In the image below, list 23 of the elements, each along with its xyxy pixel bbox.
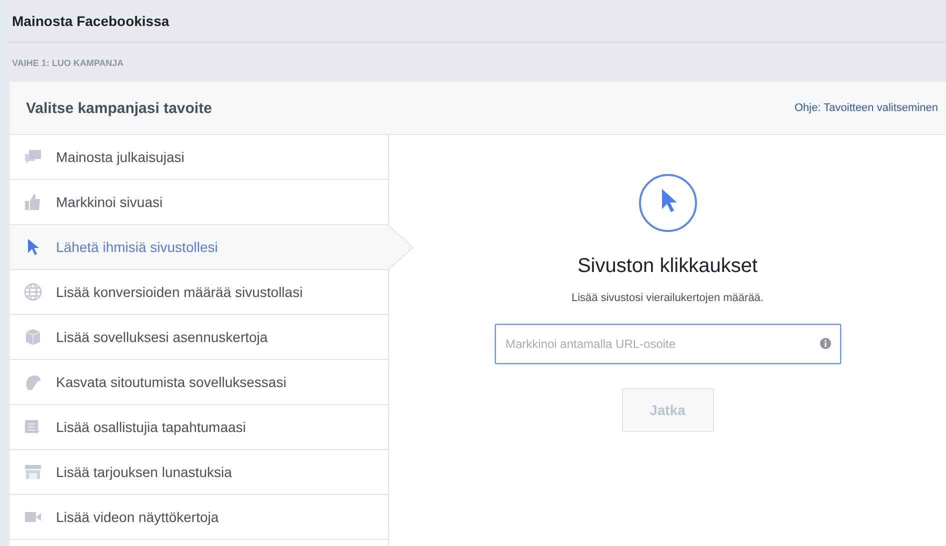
cursor-circle-icon — [638, 173, 698, 233]
objective-label: Kasvata sitoutumista sovelluksessasi — [56, 374, 286, 390]
globe-icon — [24, 283, 42, 301]
comments-icon — [24, 148, 42, 166]
card-title: Valitse kampanjasi tavoite — [26, 100, 212, 116]
store-icon — [24, 463, 42, 481]
objective-label: Lisää osallistujia tapahtumaasi — [56, 419, 246, 435]
objective-label: Lisää sovelluksesi asennuskertoja — [56, 329, 268, 345]
step-label: VAIHE 1: LUO KAMPANJA — [12, 58, 124, 68]
objective-title: Sivuston klikkaukset — [577, 255, 758, 278]
objective-label: Lisää videon näyttökertoja — [56, 509, 219, 525]
window-title: Mainosta Facebookissa — [12, 13, 170, 29]
thumbs-up-icon — [24, 193, 42, 211]
box-icon — [24, 328, 42, 346]
objective-description: Lisää sivustosi vierailukertojen määrää. — [572, 292, 764, 304]
objective-label: Markkinoi sivuasi — [56, 194, 163, 210]
help-link[interactable]: Ohje: Tavoitteen valitseminen — [794, 102, 938, 114]
url-field[interactable]: Markkinoi antamalla URL-osoite — [494, 324, 840, 364]
objective-label: Lähetä ihmisiä sivustollesi — [56, 239, 218, 255]
objective-label: Lisää tarjouksen lunastuksia — [56, 464, 232, 480]
objective-label: Lisää konversioiden määrää sivustollasi — [56, 284, 303, 300]
info-icon — [820, 338, 830, 349]
objective-label: Mainosta julkaisujasi — [56, 149, 184, 165]
